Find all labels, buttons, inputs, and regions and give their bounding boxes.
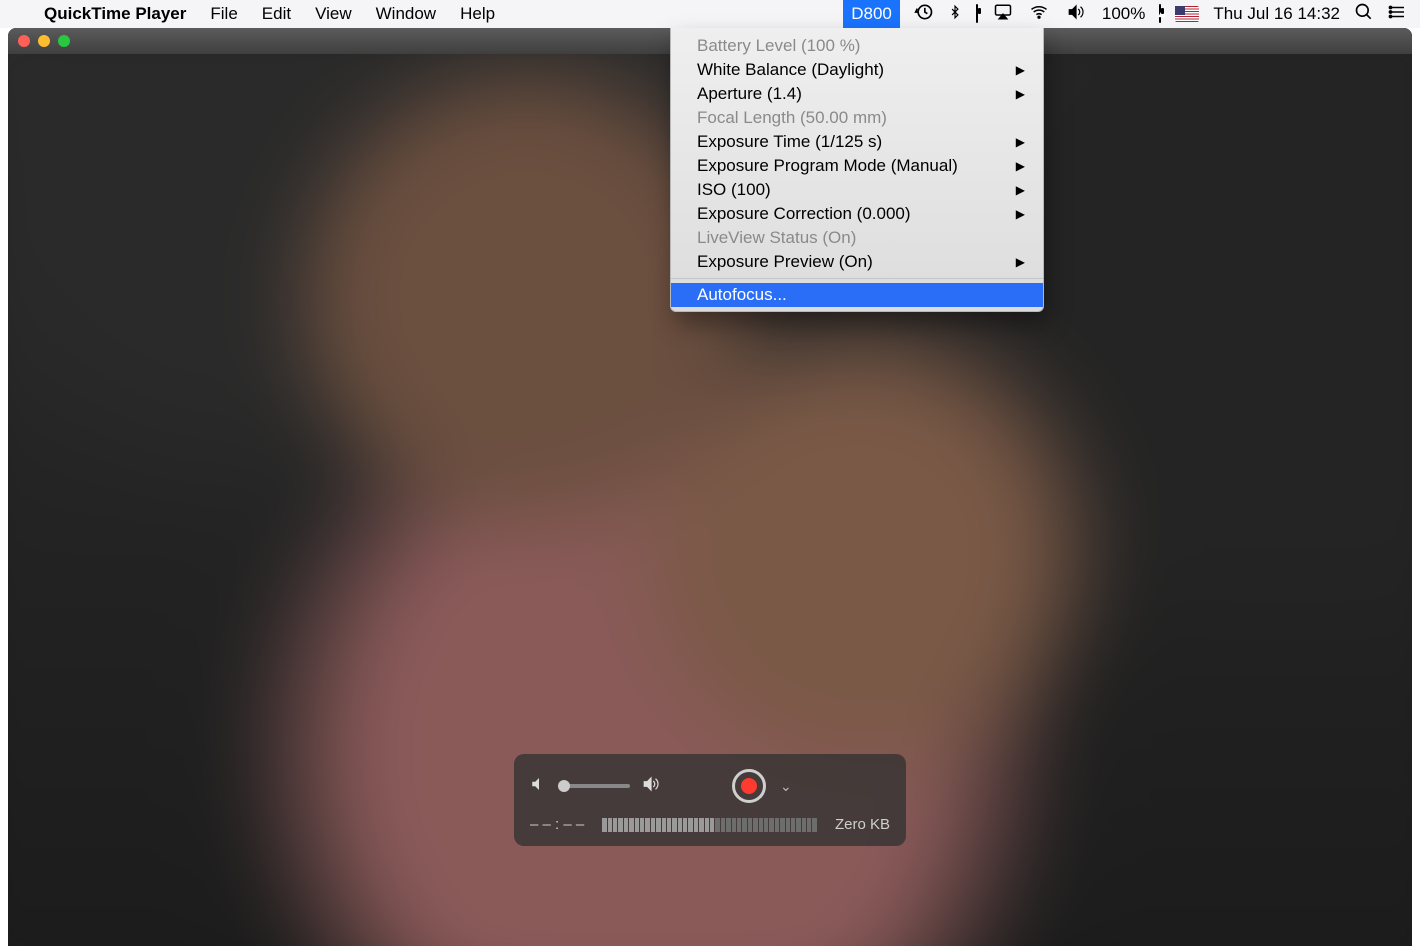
clock[interactable]: Thu Jul 16 14:32 xyxy=(1213,4,1340,24)
dropdown-item[interactable]: White Balance (Daylight) ▶ xyxy=(671,58,1043,82)
dropdown-item-label: Focal Length (50.00 mm) xyxy=(697,108,887,128)
menubar-extra-d800[interactable]: D800 xyxy=(843,0,900,28)
recording-hud: ⌄ – – : – – Zero KB xyxy=(514,754,906,846)
macos-menubar: QuickTime Player File Edit View Window H… xyxy=(0,0,1420,28)
zoom-button[interactable] xyxy=(58,35,70,47)
wifi-icon[interactable] xyxy=(1028,3,1050,26)
volume-icon[interactable] xyxy=(1064,3,1088,26)
submenu-arrow-icon: ▶ xyxy=(1016,183,1025,197)
menu-help[interactable]: Help xyxy=(448,0,507,28)
dropdown-item: Focal Length (50.00 mm) xyxy=(671,106,1043,130)
dropdown-item[interactable]: Exposure Program Mode (Manual) ▶ xyxy=(671,154,1043,178)
dropdown-item-label: Exposure Correction (0.000) xyxy=(697,204,911,224)
d800-dropdown-menu: Battery Level (100 %)White Balance (Dayl… xyxy=(670,28,1044,312)
menu-window[interactable]: Window xyxy=(364,0,448,28)
notification-center-icon[interactable] xyxy=(1388,3,1408,26)
time-machine-icon[interactable] xyxy=(914,2,934,27)
bluetooth-icon[interactable] xyxy=(948,2,962,27)
dropdown-item-label: Exposure Preview (On) xyxy=(697,252,873,272)
minimize-button[interactable] xyxy=(38,35,50,47)
battery-charging-icon[interactable] xyxy=(1159,5,1161,23)
airplay-icon[interactable] xyxy=(992,3,1014,26)
record-options-chevron-icon[interactable]: ⌄ xyxy=(780,778,792,795)
spotlight-icon[interactable] xyxy=(1354,2,1374,27)
volume-low-icon xyxy=(530,775,548,798)
dropdown-item-autofocus[interactable]: Autofocus... xyxy=(671,283,1043,307)
menu-file[interactable]: File xyxy=(198,0,249,28)
dropdown-item-label: LiveView Status (On) xyxy=(697,228,856,248)
battery-large-icon[interactable] xyxy=(976,5,978,23)
dropdown-item-label: White Balance (Daylight) xyxy=(697,60,884,80)
volume-high-icon xyxy=(640,775,662,798)
window-traffic-lights xyxy=(18,35,70,47)
dropdown-item-label: Exposure Time (1/125 s) xyxy=(697,132,882,152)
submenu-arrow-icon: ▶ xyxy=(1016,207,1025,221)
input-source-flag-icon[interactable] xyxy=(1175,6,1199,22)
dropdown-item-label: ISO (100) xyxy=(697,180,771,200)
file-size: Zero KB xyxy=(835,816,890,833)
submenu-arrow-icon: ▶ xyxy=(1016,255,1025,269)
menu-separator xyxy=(671,278,1043,279)
audio-level-meter xyxy=(602,818,817,832)
dropdown-item: LiveView Status (On) xyxy=(671,226,1043,250)
menubar-left: QuickTime Player File Edit View Window H… xyxy=(12,0,507,28)
elapsed-time: – – : – – xyxy=(530,816,584,833)
apple-menu[interactable] xyxy=(12,0,32,28)
record-button[interactable] xyxy=(732,769,766,803)
submenu-arrow-icon: ▶ xyxy=(1016,87,1025,101)
dropdown-item[interactable]: Exposure Time (1/125 s) ▶ xyxy=(671,130,1043,154)
dropdown-item-label: Aperture (1.4) xyxy=(697,84,802,104)
menu-edit[interactable]: Edit xyxy=(250,0,303,28)
menu-view[interactable]: View xyxy=(303,0,364,28)
dropdown-item[interactable]: Exposure Correction (0.000) ▶ xyxy=(671,202,1043,226)
menubar-right: D800 100% Thu Jul 16 14:32 xyxy=(843,0,1408,28)
dropdown-item[interactable]: Exposure Preview (On) ▶ xyxy=(671,250,1043,274)
dropdown-item[interactable]: Aperture (1.4) ▶ xyxy=(671,82,1043,106)
close-button[interactable] xyxy=(18,35,30,47)
volume-slider[interactable] xyxy=(558,784,630,788)
app-menu[interactable]: QuickTime Player xyxy=(32,0,198,28)
submenu-arrow-icon: ▶ xyxy=(1016,63,1025,77)
submenu-arrow-icon: ▶ xyxy=(1016,159,1025,173)
dropdown-item-label: Exposure Program Mode (Manual) xyxy=(697,156,958,176)
dropdown-item-label: Autofocus... xyxy=(697,285,787,305)
submenu-arrow-icon: ▶ xyxy=(1016,135,1025,149)
dropdown-item: Battery Level (100 %) xyxy=(671,34,1043,58)
dropdown-item-label: Battery Level (100 %) xyxy=(697,36,860,56)
battery-percent: 100% xyxy=(1102,4,1145,24)
dropdown-item[interactable]: ISO (100) ▶ xyxy=(671,178,1043,202)
